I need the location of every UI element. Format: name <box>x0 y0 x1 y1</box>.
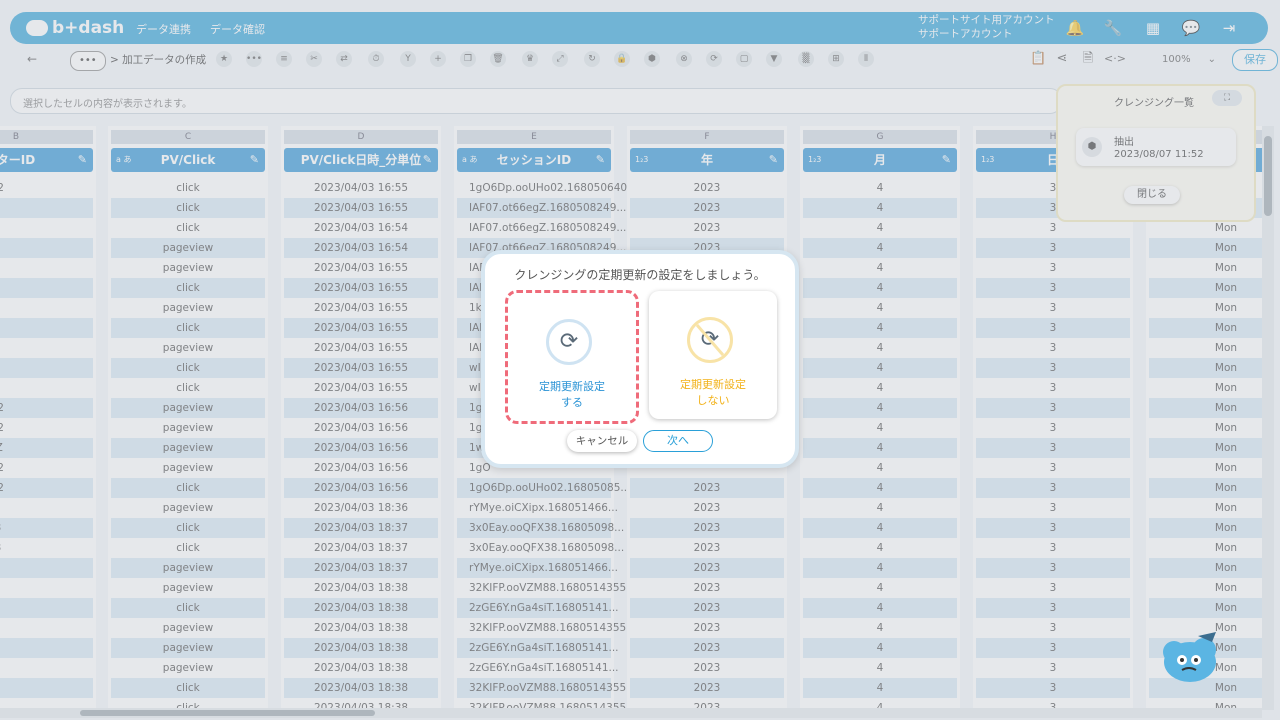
option-no-label: 定期更新設定 しない <box>649 377 777 409</box>
option-yes-line1: 定期更新設定 <box>539 380 605 393</box>
option-schedule-yes[interactable]: ⟳ 定期更新設定 する <box>505 290 639 424</box>
schedule-modal: クレンジングの定期更新の設定をしましょう。 ⟳ 定期更新設定 する ⟳ 定期更新… <box>481 250 799 468</box>
option-yes-label: 定期更新設定 する <box>508 379 636 411</box>
refresh-icon: ⟳ <box>546 319 592 365</box>
next-button[interactable]: 次へ <box>643 430 713 452</box>
slash-icon <box>695 324 725 356</box>
cancel-button[interactable]: キャンセル <box>567 430 637 452</box>
option-no-line1: 定期更新設定 <box>680 378 746 391</box>
app-window: b+dash データ連携 データ確認 サポートサイト用アカウント サポートアカウ… <box>0 0 1280 720</box>
modal-title: クレンジングの定期更新の設定をしましょう。 <box>514 268 766 282</box>
mascot-assistant-icon[interactable] <box>1160 628 1220 686</box>
option-yes-line2: する <box>561 396 583 409</box>
option-schedule-no[interactable]: ⟳ 定期更新設定 しない <box>649 291 777 419</box>
option-no-line2: しない <box>696 394 730 407</box>
